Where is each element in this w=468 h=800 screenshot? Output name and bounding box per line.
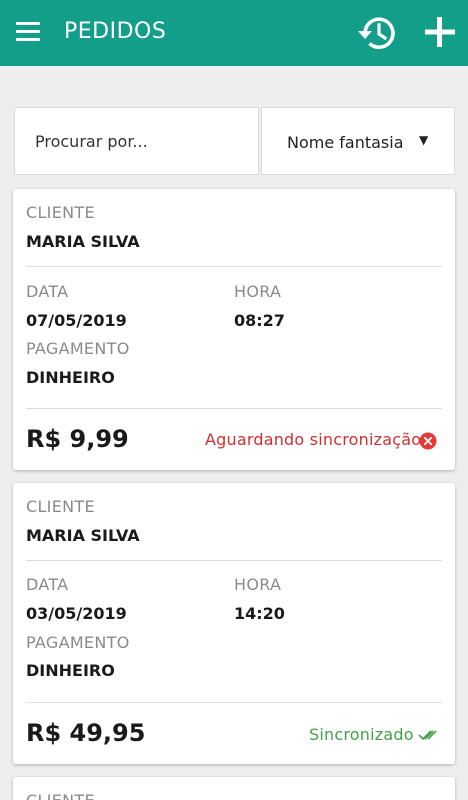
payment-method: DINHEIRO — [26, 368, 115, 387]
date-label: DATA — [26, 282, 69, 301]
client-label: CLIENTE — [26, 791, 95, 800]
page-title: PEDIDOS — [64, 19, 167, 44]
menu-icon[interactable] — [14, 20, 42, 44]
sync-status: Aguardando sincronização — [205, 430, 422, 449]
sync-status: Sincronizado — [309, 725, 414, 744]
add-icon[interactable] — [420, 12, 460, 52]
order-card[interactable]: CLIENTE MARIA SILVA DATA 07/05/2019 HORA… — [13, 189, 455, 470]
history-icon[interactable] — [356, 12, 400, 54]
search-box — [14, 107, 259, 175]
divider — [26, 408, 442, 409]
order-date: 07/05/2019 — [26, 311, 127, 330]
order-total: R$ 9,99 — [26, 425, 129, 453]
divider — [26, 702, 442, 703]
app-bar: PEDIDOS — [0, 0, 468, 66]
payment-label: PAGAMENTO — [26, 633, 130, 652]
filter-value: Nome fantasia — [287, 133, 404, 152]
chevron-down-icon: ▼ — [419, 133, 429, 147]
order-time: 08:27 — [234, 311, 285, 330]
order-card[interactable]: CLIENTE MARIA SILVA DATA 03/05/2019 HORA… — [13, 483, 455, 764]
order-card[interactable]: CLIENTE — [13, 777, 455, 800]
payment-method: DINHEIRO — [26, 661, 115, 680]
error-icon — [419, 432, 437, 454]
divider — [26, 560, 442, 561]
client-label: CLIENTE — [26, 497, 95, 516]
client-name: MARIA SILVA — [26, 526, 140, 545]
order-total: R$ 49,95 — [26, 719, 146, 747]
date-label: DATA — [26, 575, 69, 594]
search-input[interactable] — [15, 108, 258, 174]
divider — [26, 266, 442, 267]
order-time: 14:20 — [234, 604, 285, 623]
client-label: CLIENTE — [26, 203, 95, 222]
payment-label: PAGAMENTO — [26, 339, 130, 358]
double-check-icon — [418, 727, 438, 746]
order-date: 03/05/2019 — [26, 604, 127, 623]
client-name: MARIA SILVA — [26, 232, 140, 251]
time-label: HORA — [234, 282, 282, 301]
time-label: HORA — [234, 575, 282, 594]
filter-select[interactable]: Nome fantasia ▼ — [261, 107, 455, 175]
